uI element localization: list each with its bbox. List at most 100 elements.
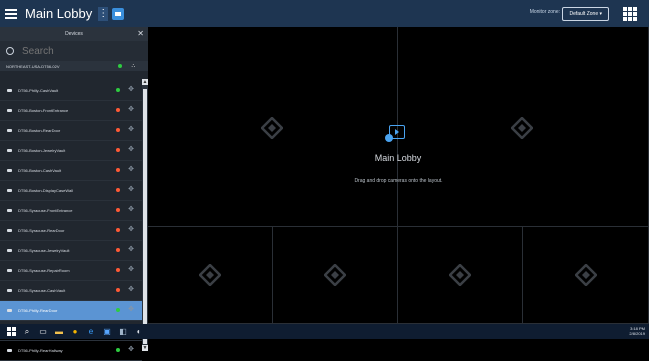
brand-logo-icon	[260, 116, 284, 140]
camera-layout-grid: Main Lobby Drag and drop cameras onto th…	[148, 27, 649, 324]
device-label: DT56-Syracuse-JewelryVault	[18, 248, 70, 253]
status-dot	[116, 228, 120, 232]
move-icon[interactable]: ✥	[128, 206, 134, 214]
camera-icon	[7, 289, 12, 292]
move-icon[interactable]: ✥	[128, 126, 134, 134]
device-label: DT56-Boston-RearDoor	[18, 128, 61, 133]
camera-icon	[7, 149, 12, 152]
search-input[interactable]	[20, 44, 124, 58]
menu-icon[interactable]	[5, 8, 19, 19]
device-label: DT56-Syracuse-RearDoor	[18, 228, 65, 233]
clock-date: 2/8/2019	[629, 331, 645, 336]
device-label: DT56-Philly-RearDoor	[18, 308, 58, 313]
search-icon	[6, 47, 14, 55]
device-label: DT56-Boston-DisplayCaseWall	[18, 188, 73, 193]
layout-camera-icon	[385, 125, 405, 142]
monitor-zone-dropdown[interactable]: Default Zone ▾	[562, 7, 609, 21]
camera-icon	[7, 189, 12, 192]
brand-logo-icon	[448, 263, 472, 287]
group-status-dot	[118, 64, 122, 68]
move-icon[interactable]: ✥	[128, 146, 134, 154]
windows-taskbar: ⌕ ▭ ▬ ● e ▣ ◧ ◐ 3:18 PM 2/8/2019	[0, 324, 649, 339]
status-dot	[116, 88, 120, 92]
search-bar	[0, 41, 148, 61]
chrome-icon[interactable]: ●	[70, 327, 80, 337]
device-list-item[interactable]: DT56-Syracuse-CashVault ✥	[0, 281, 142, 301]
camera-icon	[7, 129, 12, 132]
scrollbar-thumb[interactable]	[143, 89, 147, 344]
monitor-zone-label: Monitor zone:	[529, 9, 560, 15]
device-list-item[interactable]: DT56-Philly-CashVault ✥	[0, 81, 142, 101]
status-dot	[116, 288, 120, 292]
status-dot	[116, 168, 120, 172]
camera-icon	[7, 349, 12, 352]
device-list-item[interactable]: DT56-Boston-RearDoor ✥	[0, 121, 142, 141]
layout-name: Main Lobby	[374, 153, 422, 163]
move-icon[interactable]: ✥	[128, 286, 134, 294]
device-list-item[interactable]: DT56-Syracuse-RepairRoom ✥	[0, 261, 142, 281]
layout-hint: Drag and drop cameras onto the layout.	[354, 178, 443, 184]
device-list-item[interactable]: DT56-Philly-RearDoor ✥	[0, 301, 142, 321]
device-list-item[interactable]: DT56-Syracuse-JewelryVault ✥	[0, 241, 142, 261]
device-label: DT56-Philly-RearHallway	[18, 348, 63, 353]
status-dot	[116, 108, 120, 112]
devices-panel: Devices ✕ NORTHEAST-USA-DT56-02V ⛬ DT56-…	[0, 27, 148, 361]
move-icon[interactable]: ✥	[128, 86, 134, 94]
move-icon[interactable]: ✥	[128, 266, 134, 274]
camera-icon	[7, 269, 12, 272]
status-dot	[116, 348, 120, 352]
move-icon[interactable]: ✥	[128, 166, 134, 174]
top-bar: Main Lobby ⋮ Monitor zone: Default Zone …	[0, 0, 649, 27]
move-icon[interactable]: ✥	[128, 346, 134, 354]
camera-icon	[7, 169, 12, 172]
status-dot	[116, 308, 120, 312]
status-dot	[116, 188, 120, 192]
camera-icon	[7, 109, 12, 112]
move-icon[interactable]: ✥	[128, 306, 134, 314]
brand-logo-icon	[574, 263, 598, 287]
device-label: DT56-Syracuse-CashVault	[18, 288, 66, 293]
move-icon[interactable]: ✥	[128, 246, 134, 254]
file-explorer-icon[interactable]: ▬	[54, 327, 64, 337]
move-icon[interactable]: ✥	[128, 186, 134, 194]
close-icon[interactable]: ✕	[137, 30, 144, 38]
devices-panel-title: Devices	[65, 31, 83, 37]
move-icon[interactable]: ✥	[128, 106, 134, 114]
device-label: DT56-Boston-CashVault	[18, 168, 62, 173]
search-icon[interactable]: ⌕	[22, 327, 32, 337]
device-list-item[interactable]: DT56-Syracuse-RearDoor ✥	[0, 221, 142, 241]
device-label: DT56-Syracuse-RepairRoom	[18, 268, 70, 273]
device-label: DT56-Syracuse-FrontEntrance	[18, 208, 73, 213]
app-icon[interactable]: ▣	[102, 327, 112, 337]
brand-logo-icon	[198, 263, 222, 287]
task-view-icon[interactable]: ▭	[38, 327, 48, 337]
device-list-item[interactable]: DT56-Syracuse-FrontEntrance ✥	[0, 201, 142, 221]
users-icon: ⛬	[131, 63, 135, 69]
camera-icon	[7, 89, 12, 92]
scroll-down-icon[interactable]: ▼	[142, 345, 148, 351]
status-dot	[116, 208, 120, 212]
camera-toggle-icon[interactable]	[112, 7, 125, 20]
device-label: DT56-Philly-CashVault	[18, 88, 59, 93]
windows-start-icon[interactable]	[6, 326, 16, 337]
devices-panel-header: Devices ✕	[0, 27, 148, 41]
more-options-icon[interactable]: ⋮	[98, 6, 109, 21]
device-list-item[interactable]: DT56-Philly-RearHallway ✥	[0, 341, 142, 361]
apps-grid-icon[interactable]	[623, 7, 637, 21]
device-list: DT56-Philly-CashVault ✥ DT56-Boston-FrontE…	[0, 81, 142, 361]
app-icon[interactable]: ◧	[118, 327, 128, 337]
edge-icon[interactable]: e	[86, 327, 96, 337]
app-icon[interactable]: ◐	[134, 327, 144, 337]
move-icon[interactable]: ✥	[128, 226, 134, 234]
taskbar-clock[interactable]: 3:18 PM 2/8/2019	[629, 326, 645, 336]
device-group-header[interactable]: NORTHEAST-USA-DT56-02V ⛬	[0, 61, 148, 71]
device-list-item[interactable]: DT56-Boston-FrontEntrance ✥	[0, 101, 142, 121]
device-label: DT56-Boston-FrontEntrance	[18, 108, 69, 113]
device-list-item[interactable]: DT56-Boston-JewelryVault ✥	[0, 141, 142, 161]
group-label: NORTHEAST-USA-DT56-02V	[6, 63, 60, 69]
status-dot	[116, 128, 120, 132]
brand-logo-icon	[323, 263, 347, 287]
camera-icon	[7, 249, 12, 252]
device-list-item[interactable]: DT56-Boston-CashVault ✥	[0, 161, 142, 181]
device-list-item[interactable]: DT56-Boston-DisplayCaseWall ✥	[0, 181, 142, 201]
